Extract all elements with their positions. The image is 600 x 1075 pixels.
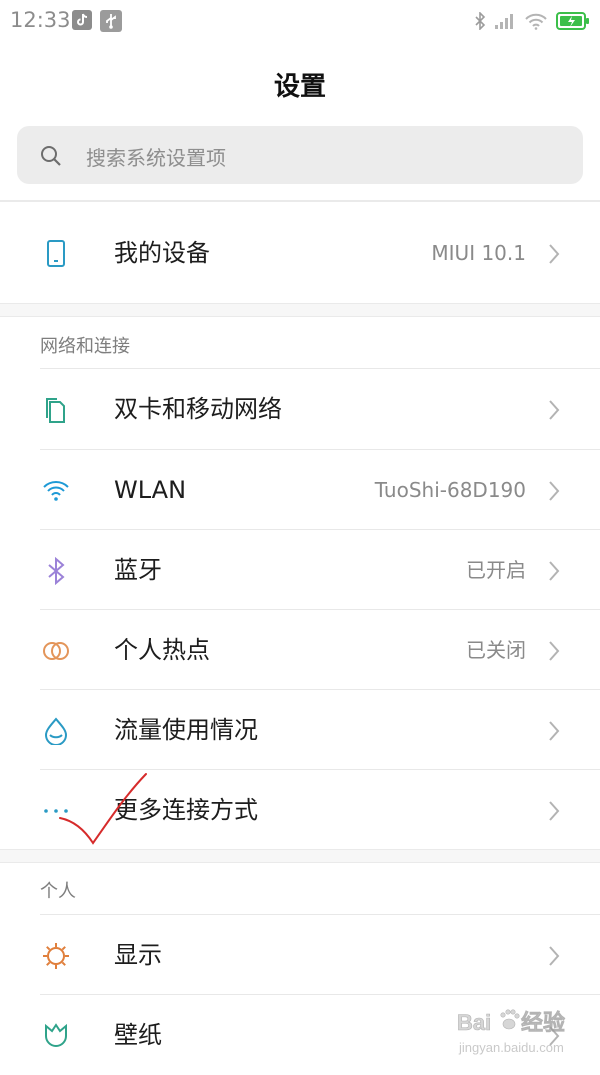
bluetooth-icon	[42, 556, 70, 586]
row-hotspot[interactable]: 个人热点 已关闭	[0, 610, 600, 690]
baidu-paw-icon	[500, 1009, 520, 1030]
row-label: 壁纸	[114, 1021, 162, 1049]
chevron-right-icon	[548, 945, 560, 971]
search-placeholder: 搜索系统设置项	[86, 146, 226, 170]
search-icon	[40, 145, 62, 171]
row-display[interactable]: 显示	[0, 915, 600, 995]
row-value: TuoShi-68D190	[374, 478, 526, 502]
tiktok-icon	[72, 10, 92, 34]
row-wlan[interactable]: WLAN TuoShi-68D190	[0, 450, 600, 530]
watermark-brand-cn: 经验	[521, 1010, 565, 1035]
svg-text:Bai: Bai	[457, 1010, 491, 1035]
row-value: 已关闭	[466, 638, 526, 662]
row-label: 流量使用情况	[114, 716, 258, 744]
battery-icon	[556, 11, 590, 35]
chevron-right-icon	[548, 720, 560, 746]
wifi-icon	[42, 477, 70, 505]
hotspot-icon	[42, 637, 70, 665]
row-label: WLAN	[114, 476, 187, 504]
section-label-personal: 个人	[40, 881, 76, 902]
chevron-right-icon	[548, 480, 560, 506]
chevron-right-icon	[548, 800, 560, 826]
row-dual-sim[interactable]: 双卡和移动网络	[0, 369, 600, 449]
row-label: 双卡和移动网络	[114, 395, 282, 423]
chevron-right-icon	[548, 243, 560, 269]
row-value: 已开启	[466, 558, 526, 582]
water-drop-icon	[42, 717, 70, 746]
section-label-network: 网络和连接	[40, 336, 130, 357]
row-label: 个人热点	[114, 636, 210, 664]
my-device-label: 我的设备	[114, 239, 210, 267]
my-device-value: MIUI 10.1	[431, 241, 526, 265]
status-bar: 12:33	[0, 0, 600, 44]
row-label: 显示	[114, 941, 162, 969]
row-label: 蓝牙	[114, 556, 162, 584]
baidu-watermark: Bai 经验 jingyan.baidu.com	[455, 1000, 595, 1060]
status-time: 12:33	[10, 8, 71, 32]
phone-icon	[42, 240, 70, 268]
row-data-usage[interactable]: 流量使用情况	[0, 690, 600, 770]
sim-cards-icon	[42, 396, 70, 424]
row-bluetooth[interactable]: 蓝牙 已开启	[0, 530, 600, 610]
bluetooth-icon	[473, 11, 487, 34]
usb-icon	[100, 10, 122, 36]
my-device-row[interactable]: 我的设备 MIUI 10.1	[0, 213, 600, 293]
watermark-url: jingyan.baidu.com	[458, 1040, 564, 1055]
chevron-right-icon	[548, 640, 560, 666]
chevron-right-icon	[548, 399, 560, 425]
wifi-icon	[524, 12, 548, 34]
sun-icon	[42, 942, 70, 970]
chevron-right-icon	[548, 560, 560, 586]
tulip-icon	[42, 1022, 70, 1050]
checkmark-annotation-icon	[56, 772, 156, 861]
page-title: 设置	[273, 72, 326, 102]
signal-icon	[494, 12, 516, 34]
